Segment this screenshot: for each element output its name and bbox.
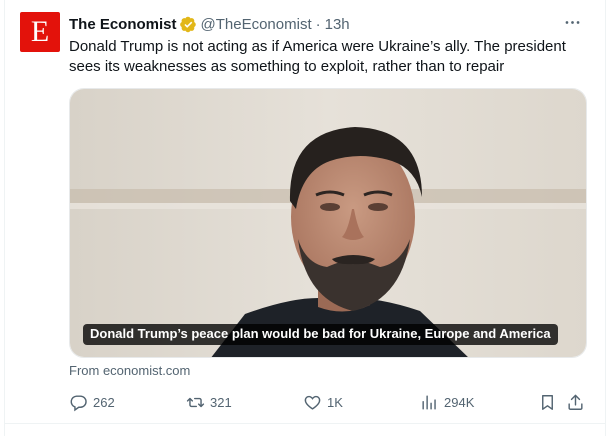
article-card-image[interactable]: Donald Trump’s peace plan would be bad f… — [69, 88, 587, 358]
bookmark-icon — [542, 394, 553, 410]
more-options-icon[interactable] — [560, 12, 584, 32]
timestamp[interactable]: 13h — [325, 16, 350, 33]
divider — [4, 423, 606, 424]
repost-button[interactable]: 321 — [186, 391, 232, 413]
card-caption: Donald Trump’s peace plan would be bad f… — [83, 324, 558, 345]
views-button[interactable]: 294K — [420, 391, 474, 413]
author-handle[interactable]: @TheEconomist — [201, 16, 312, 33]
portrait-image — [70, 89, 586, 357]
separator-dot: · — [315, 15, 321, 33]
like-count: 1K — [327, 394, 343, 410]
repost-count: 321 — [210, 394, 232, 410]
heart-icon — [304, 395, 321, 410]
reply-count: 262 — [93, 394, 115, 410]
view-count: 294K — [444, 394, 475, 410]
share-icon — [568, 394, 583, 410]
card-source-link[interactable]: From economist.com — [69, 363, 190, 378]
author-name[interactable]: The Economist — [69, 16, 177, 33]
verified-badge-icon[interactable] — [179, 16, 197, 33]
tweet-text: Donald Trump is not acting as if America… — [69, 38, 566, 75]
reply-button[interactable]: 262 — [69, 391, 115, 413]
bookmark-button[interactable] — [538, 391, 557, 413]
tweet-header: The Economist @TheEconomist · 13h — [69, 14, 350, 34]
reply-icon — [70, 394, 87, 411]
repost-icon — [186, 397, 205, 407]
action-bar: 262 321 1K 294K — [69, 391, 589, 413]
analytics-icon — [422, 394, 436, 410]
avatar-letter: E — [30, 15, 50, 48]
avatar[interactable]: E — [20, 12, 60, 52]
share-button[interactable] — [566, 391, 585, 413]
like-button[interactable]: 1K — [303, 391, 343, 413]
